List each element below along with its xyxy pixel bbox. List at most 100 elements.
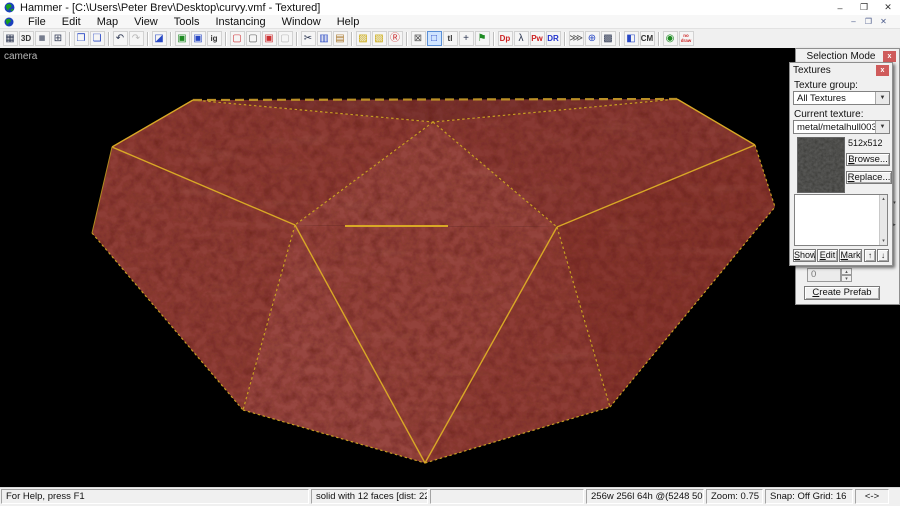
browse-button[interactable]: Browse...	[846, 153, 890, 166]
hammer-plus-icon[interactable]: ◉	[663, 31, 678, 46]
menu-file[interactable]: File	[20, 15, 54, 29]
save-window-state-icon[interactable]: ❏	[90, 31, 105, 46]
texture-lock-tl-icon[interactable]: tl	[443, 31, 458, 46]
current-texture-dropdown[interactable]: metal/metalhull003a ▼	[793, 120, 890, 134]
mdi-close-icon[interactable]: ✕	[877, 16, 890, 27]
selection-mode-title: Selection Mode	[799, 51, 883, 62]
ungroup-icon[interactable]: ▣	[191, 31, 206, 46]
entity-handles-icon[interactable]: +	[459, 31, 474, 46]
close-icon[interactable]: ✕	[876, 0, 900, 15]
texture-size-label: 512x512	[848, 138, 883, 148]
menu-map[interactable]: Map	[89, 15, 126, 29]
spinner-down-icon[interactable]: ▾	[841, 275, 852, 282]
status-empty	[430, 489, 584, 504]
carve-icon[interactable]: ◪	[152, 31, 167, 46]
textures-title: Textures	[793, 65, 876, 76]
selected-solid[interactable]	[80, 88, 790, 473]
mark-button[interactable]: Mark	[839, 249, 862, 262]
mdi-minimize-icon[interactable]: –	[847, 16, 860, 27]
pointfile-icon[interactable]: ⊕	[585, 31, 600, 46]
prefab-spinner-arrows: ▴ ▾	[841, 268, 852, 282]
scroll-up-icon[interactable]: ▴	[880, 195, 887, 203]
menu-view[interactable]: View	[126, 15, 166, 29]
toolbar-separator	[658, 32, 659, 46]
ignore-groups-icon[interactable]: ig	[207, 31, 222, 46]
color-mode-icon[interactable]: CM	[640, 31, 655, 46]
chevron-down-icon[interactable]: ▼	[875, 92, 889, 104]
radius-hide-icon[interactable]: ▢	[278, 31, 293, 46]
prefab-spinner-value[interactable]: 0	[807, 268, 841, 282]
larger-grid-icon[interactable]: ⊞	[51, 31, 66, 46]
maximize-icon[interactable]: ❐	[852, 0, 876, 15]
lambda-toggle-icon[interactable]: λ	[514, 31, 529, 46]
texture-list-scrollbar[interactable]: ▴ ▾	[879, 195, 887, 245]
toolbar-separator	[493, 32, 494, 46]
toolbar-separator	[564, 32, 565, 46]
instance-toggle-icon[interactable]: ◧	[624, 31, 639, 46]
dr-toggle-icon[interactable]: DR	[546, 31, 561, 46]
menu-window[interactable]: Window	[274, 15, 329, 29]
arrow-down-button[interactable]: ↓	[877, 249, 889, 262]
menu-tools[interactable]: Tools	[166, 15, 208, 29]
redo-icon[interactable]: ↷	[129, 31, 144, 46]
show-button[interactable]: Show	[793, 249, 816, 262]
scroll-down-icon[interactable]: ▾	[880, 237, 887, 245]
arrow-up-button[interactable]: ↑	[864, 249, 876, 262]
replace-button[interactable]: Replace...	[846, 171, 892, 184]
cut-icon[interactable]: ✂	[301, 31, 316, 46]
texture-list[interactable]: ▴ ▾	[794, 194, 888, 246]
menu-help[interactable]: Help	[329, 15, 368, 29]
status-selection-info: solid with 12 faces [dist: 227.8]	[311, 489, 428, 504]
hide-selected-icon[interactable]: ▢	[230, 31, 245, 46]
current-texture-value: metal/metalhull003a	[794, 122, 875, 133]
magnify-selection-icon[interactable]: □	[427, 31, 442, 46]
entity-flags-icon[interactable]: ⚑	[475, 31, 490, 46]
chevron-down-icon[interactable]: ▼	[875, 121, 889, 133]
dp-toggle-icon[interactable]: Dp	[498, 31, 513, 46]
selection-mode-titlebar[interactable]: Selection Mode x	[796, 49, 899, 63]
status-snap-grid: Snap: Off Grid: 16	[765, 489, 853, 504]
menu-edit[interactable]: Edit	[54, 15, 89, 29]
status-help: For Help, press F1	[1, 489, 309, 504]
toggle-grid-icon[interactable]: ▦	[3, 31, 18, 46]
load-window-state-icon[interactable]: ❐	[74, 31, 89, 46]
texture-lock-icon[interactable]: ▨	[356, 31, 371, 46]
group-icon[interactable]: ▣	[175, 31, 190, 46]
toolbar-separator	[147, 32, 148, 46]
edit-button[interactable]: Edit	[817, 249, 838, 262]
scaling-lock-icon[interactable]: ▧	[372, 31, 387, 46]
status-coordinates: 256w 256l 64h @(5248 5056 160)	[586, 489, 704, 504]
document-globe-icon	[4, 17, 14, 27]
create-prefab-button[interactable]: Create Prefab	[804, 286, 880, 300]
viewport-canvas[interactable]	[0, 48, 900, 487]
undo-icon[interactable]: ↶	[113, 31, 128, 46]
texture-preview[interactable]	[797, 137, 845, 193]
selection-tool-icon[interactable]: ⊠	[411, 31, 426, 46]
toolbar-separator	[225, 32, 226, 46]
displacement-mask-icon[interactable]: ▩	[601, 31, 616, 46]
spinner-up-icon[interactable]: ▴	[841, 268, 852, 275]
hide-unselected-icon[interactable]: ▢	[246, 31, 261, 46]
nodraw-icon[interactable]: no draw	[679, 31, 694, 46]
show-hidden-icon[interactable]: ▣	[262, 31, 277, 46]
fade-preview-icon[interactable]: ⋙	[569, 31, 584, 46]
menu-instancing[interactable]: Instancing	[207, 15, 273, 29]
mdi-restore-icon[interactable]: ❐	[862, 16, 875, 27]
toolbar: ▦ 3D ▦ ⊞ ❐ ❏ ↶ ↷ ◪ ▣ ▣ ig ▢ ▢ ▣ ▢ ✂ ▥ ▤ …	[0, 29, 900, 48]
toggle-3d-grid-icon[interactable]: 3D	[19, 31, 34, 46]
radius-culling-icon[interactable]: Ⓡ	[388, 31, 403, 46]
copy-icon[interactable]: ▥	[317, 31, 332, 46]
menubar: File Edit Map View Tools Instancing Wind…	[0, 15, 900, 29]
selection-mode-close-icon[interactable]: x	[883, 51, 896, 62]
texture-group-dropdown[interactable]: All Textures ▼	[793, 91, 890, 105]
textures-titlebar[interactable]: Textures x	[790, 63, 892, 77]
texture-group-label: Texture group:	[794, 80, 858, 91]
minimize-icon[interactable]: –	[828, 0, 852, 15]
smaller-grid-icon[interactable]: ▦	[35, 31, 50, 46]
textures-close-icon[interactable]: x	[876, 65, 889, 76]
pw-toggle-icon[interactable]: Pw	[530, 31, 545, 46]
paste-icon[interactable]: ▤	[333, 31, 348, 46]
viewport-mode-label[interactable]: camera	[4, 51, 37, 62]
statusbar: For Help, press F1 solid with 12 faces […	[0, 487, 900, 506]
viewport-3d[interactable]: camera	[0, 48, 900, 487]
